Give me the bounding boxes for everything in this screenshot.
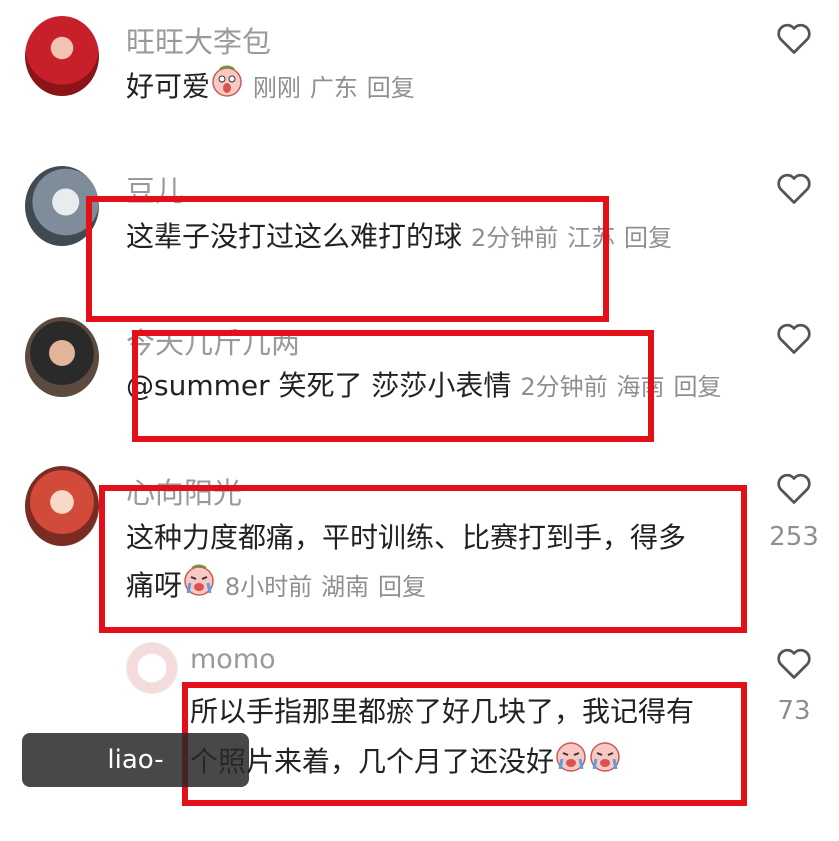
highlight-box [99,485,747,633]
comment-time: 刚刚 [252,74,301,102]
cute-emoji-icon [210,64,244,113]
comment-username[interactable]: momo [190,644,276,675]
comment-text: 好可爱 [126,70,211,103]
heart-outline-icon[interactable] [776,172,812,206]
avatar[interactable] [25,317,99,397]
heart-outline-icon[interactable] [776,22,812,56]
heart-outline-icon[interactable] [776,472,812,506]
comment-location: 广东 [309,74,358,102]
reply-button[interactable]: 回复 [367,74,415,102]
highlight-box [182,682,747,806]
highlight-box [132,330,654,442]
highlight-box [86,196,609,322]
reply-button[interactable]: 回复 [673,373,721,401]
heart-outline-icon[interactable] [776,322,812,356]
avatar[interactable] [25,16,99,96]
heart-outline-icon[interactable] [776,647,812,681]
comment-text-row: 好可爱 刚刚 广东 回复 [126,63,415,113]
watermark: liao-sports.com.cn [22,733,249,829]
like-count: 253 [769,522,819,552]
avatar[interactable] [25,466,99,546]
like-count: 73 [777,696,811,726]
comment-username[interactable]: 旺旺大李包 [126,19,271,61]
reply-button[interactable]: 回复 [624,224,672,252]
avatar[interactable] [126,642,178,694]
